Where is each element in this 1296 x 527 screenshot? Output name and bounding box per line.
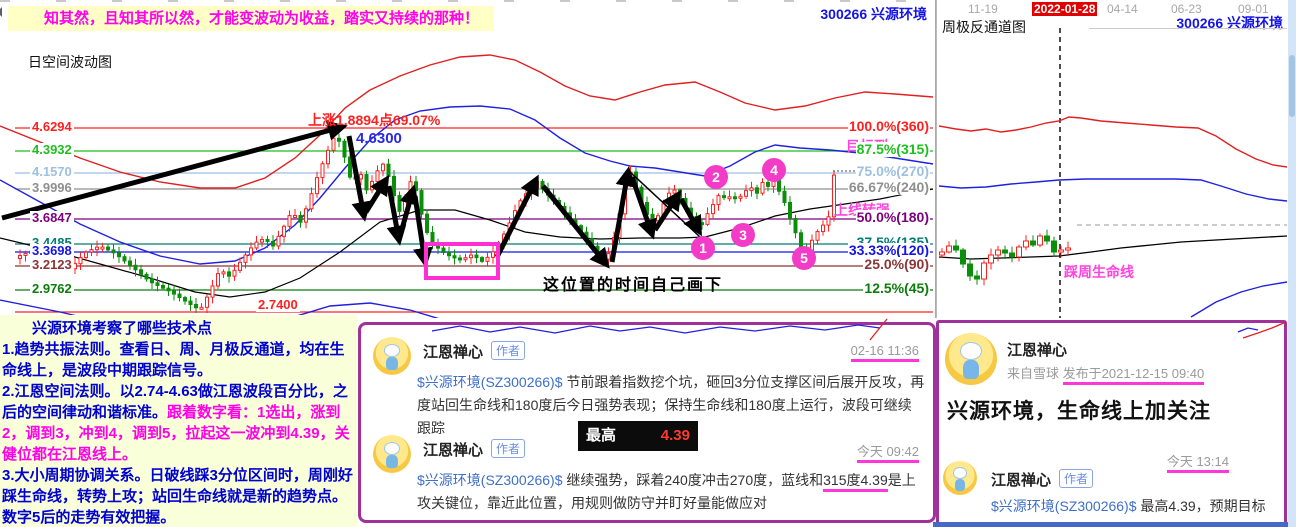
price-level-label: 2.9762	[30, 282, 74, 296]
weekly-upper-channel-line	[939, 117, 1287, 167]
wave-number-2: 2	[704, 165, 728, 189]
stock-ticker-link[interactable]: $兴源环境(SZ300266)$	[417, 374, 563, 390]
gann-percent-label: 75.0%(270)	[856, 164, 930, 179]
avatar	[943, 461, 977, 495]
author-badge: 作者	[1059, 469, 1093, 488]
wave-number-5: 5	[792, 246, 816, 270]
weekly-lower-channel-line	[1191, 282, 1287, 317]
article-headline: 兴源环境，生命线上加关注	[947, 395, 1211, 425]
comment-author: 江恩禅心作者	[991, 469, 1093, 490]
weekly-lifeline-annotation: 踩周生命线	[1064, 262, 1134, 282]
daily-stock-label: 300266 兴源环境	[820, 4, 927, 24]
draw-time-note: 这位置的时间自己画下	[543, 271, 723, 295]
date-label: 06-23	[1171, 2, 1202, 16]
price-level-label: 3.6847	[30, 211, 74, 225]
gann-percent-label: 50.0%(180)	[856, 210, 930, 225]
wave-number-4: 4	[762, 158, 786, 182]
stock-ticker-link[interactable]: $兴源环境(SZ300266)$	[991, 498, 1137, 514]
price-level-label: 4.6294	[30, 120, 74, 134]
highest-price-flag: 最高4.39	[578, 421, 698, 451]
technical-notes-panel: 兴源环境考察了哪些技术点 1.趋势共振法则。查看日、周、月极反通道，均在生命线上…	[0, 315, 357, 527]
daily-wave-chart-panel: 日空间波动图 300266 兴源环境 上涨1.8894点69.07% 4.630…	[0, 0, 935, 318]
weekly-header-rule	[1089, 28, 1287, 29]
price-level-label: 4.3932	[30, 143, 74, 157]
comment-time: 今天 09:42	[857, 441, 919, 460]
price-level-label: 3.3698	[30, 244, 74, 258]
gann-percent-label: 12.5%(45)	[863, 281, 930, 296]
window-bottom-bar	[933, 522, 1288, 527]
trend-arrow	[612, 172, 628, 262]
top-slogan-banner: 知其然，且知其所以然，才能变波动为收益，踏实又持续的那种！	[8, 6, 494, 31]
avatar	[373, 337, 411, 375]
comment-author: 江恩禅心作者	[423, 439, 525, 460]
price-level-label: 2.7400	[256, 298, 300, 312]
comment-text: 继续强势，踩着240度冲击270度，蓝线和	[563, 472, 824, 488]
highlighted-date-label: 2022-01-28	[1032, 2, 1097, 16]
date-label: 11-19	[968, 2, 998, 16]
rise-annotation: 上涨1.8894点69.07%	[308, 110, 440, 130]
price-level-label: 3.9996	[30, 181, 74, 195]
comment-body: $兴源环境(SZ300266)$ 继续强势，踩着240度冲击270度，蓝线和31…	[417, 469, 925, 515]
gann-percent-label: 87.5%(315)	[856, 142, 930, 157]
wave-number-1: 1	[691, 236, 715, 260]
scrollbar-thumb[interactable]	[1289, 55, 1295, 117]
notes-text-blue: 3.大小周期协调关系。日破线踩3分位区间时，周刚好踩生命线，转势上攻；站回生命线…	[2, 467, 353, 526]
peak-price-annotation: 4.6300	[356, 130, 402, 147]
wave-number-3: 3	[731, 223, 755, 247]
stock-ticker-link[interactable]: $兴源环境(SZ300266)$	[417, 472, 563, 488]
price-level-label: 3.2123	[30, 258, 74, 272]
top-axis-ticks	[0, 0, 935, 2]
daily-chart-title: 日空间波动图	[28, 52, 112, 72]
comment-text: 315度4.39	[823, 472, 888, 492]
consolidation-highlight-box	[424, 242, 500, 280]
date-label: 04-14	[1107, 2, 1138, 16]
mid-channel-line	[0, 106, 933, 264]
comment-time: 今天 13:14	[1167, 451, 1229, 470]
weekly-chart-title: 周极反通道图	[942, 17, 1026, 37]
gann-percent-label: 100.0%(360)	[848, 119, 930, 134]
weekly-channel-chart-panel: 周极反通道图 300266 兴源环境 11-19 2022-01-28 04-14 0…	[936, 0, 1289, 318]
comment-feed-panel: 江恩禅心作者 02-16 11:36 $兴源环境(SZ300266)$ 节前跟着…	[358, 322, 936, 523]
gann-percent-label: 25.0%(90)	[863, 257, 930, 272]
avatar	[945, 333, 997, 385]
weekly-stock-label: 300266 兴源环境	[1176, 13, 1283, 33]
weekly-mid-channel-line	[939, 179, 1287, 201]
author-badge: 作者	[491, 341, 525, 360]
screenshot-stage: 日空间波动图 300266 兴源环境 上涨1.8894点69.07% 4.630…	[0, 0, 1296, 527]
comment-time: 02-16 11:36	[851, 343, 919, 358]
date-label: 09-01	[1238, 2, 1269, 16]
avatar	[373, 435, 411, 473]
publish-time: 发布于2021-12-15 09:40	[1063, 366, 1205, 385]
trend-arrow	[366, 180, 386, 212]
price-level-label: 4.1570	[30, 165, 74, 179]
article-panel: 江恩禅心 来自雪球 发布于2021-12-15 09:40 兴源环境，生命线上加…	[936, 320, 1287, 525]
upper-channel-line	[0, 55, 933, 188]
gann-percent-label: 66.67%(240)	[848, 180, 930, 195]
article-source-line: 来自雪球 发布于2021-12-15 09:40	[1007, 363, 1204, 382]
author-badge: 作者	[491, 439, 525, 458]
comment-author: 江恩禅心作者	[423, 341, 525, 362]
article-author: 江恩禅心	[1007, 339, 1067, 360]
